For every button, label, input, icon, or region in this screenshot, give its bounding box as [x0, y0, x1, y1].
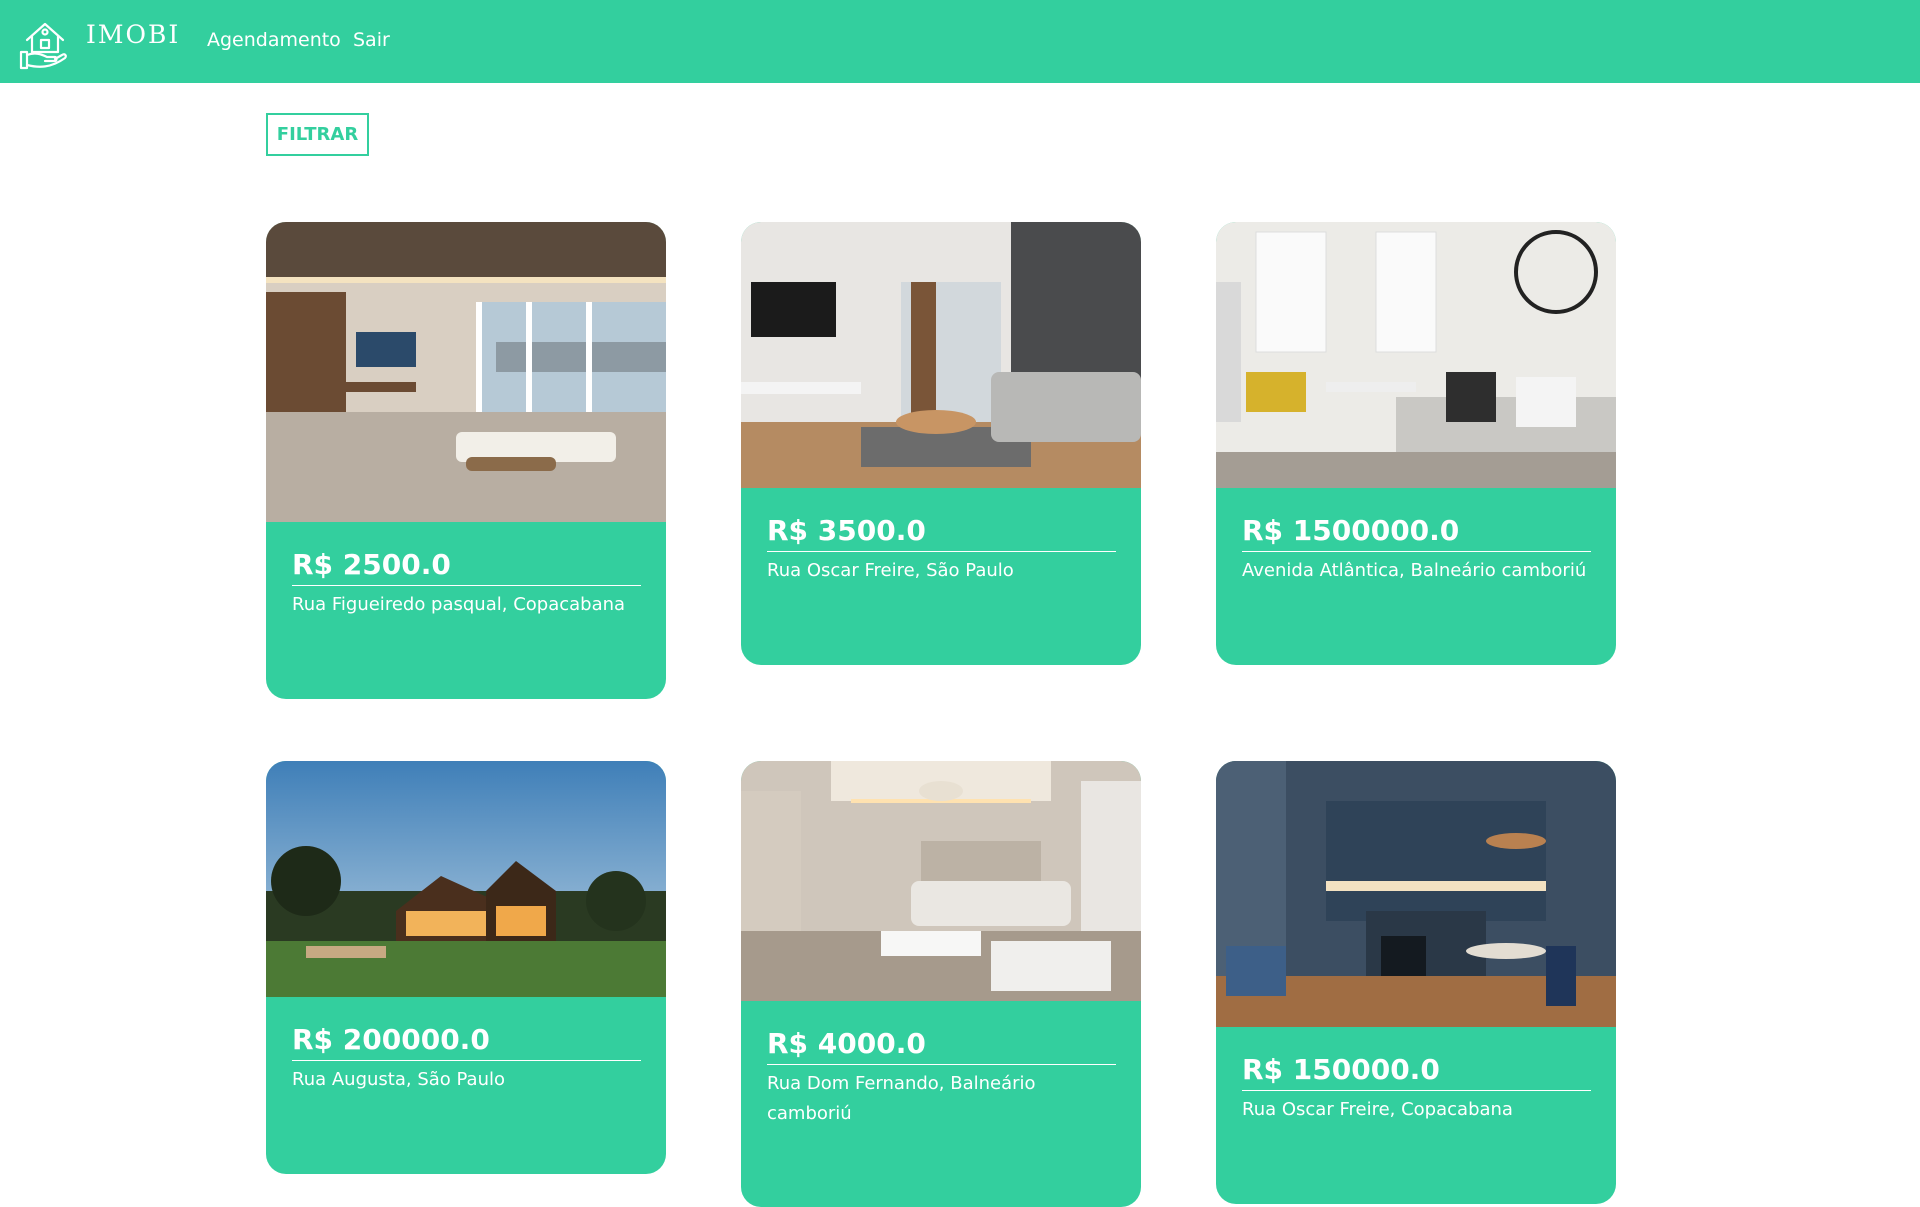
- divider: [292, 585, 641, 586]
- listing-address: Rua Oscar Freire, Copacabana: [1242, 1099, 1513, 1120]
- listing-address: Rua Augusta, São Paulo: [292, 1069, 506, 1090]
- navbar: IMOBI Agendamento Sair: [0, 0, 1920, 83]
- listing-price: R$ 3500.0: [767, 514, 926, 547]
- listing-address: Rua Figueiredo pasqual, Copacabana: [292, 594, 626, 615]
- listing-image: [1216, 222, 1616, 488]
- divider: [767, 551, 1116, 552]
- listing-address: Rua Dom Fernando, Balneário camboriú: [767, 1073, 1036, 1124]
- listing-image: [741, 761, 1141, 1001]
- listing-card[interactable]: R$ 200000.0 Rua Augusta, São Paulo: [266, 761, 666, 1174]
- listing-address: Avenida Atlântica, Balneário camboriú: [1242, 560, 1587, 581]
- listing-price: R$ 150000.0: [1242, 1053, 1440, 1086]
- listing-card[interactable]: R$ 4000.0 Rua Dom Fernando, Balneário ca…: [741, 761, 1141, 1207]
- listing-address: Rua Oscar Freire, São Paulo: [767, 560, 1014, 581]
- divider: [1242, 551, 1591, 552]
- listing-card[interactable]: R$ 3500.0 Rua Oscar Freire, São Paulo: [741, 222, 1141, 665]
- house-hand-logo-icon[interactable]: [17, 14, 73, 70]
- listing-image: [1216, 761, 1616, 1027]
- filter-button[interactable]: FILTRAR: [266, 113, 369, 156]
- listing-image: [266, 222, 666, 522]
- nav-link-agendamento[interactable]: Agendamento: [207, 29, 341, 51]
- listing-card[interactable]: R$ 2500.0 Rua Figueiredo pasqual, Copaca…: [266, 222, 666, 699]
- divider: [292, 1060, 641, 1061]
- listing-image: [741, 222, 1141, 488]
- listing-image: [266, 761, 666, 997]
- listing-price: R$ 2500.0: [292, 548, 451, 581]
- divider: [1242, 1090, 1591, 1091]
- listing-price: R$ 1500000.0: [1242, 514, 1460, 547]
- brand-name[interactable]: IMOBI: [86, 20, 180, 49]
- divider: [767, 1064, 1116, 1065]
- nav-link-sair[interactable]: Sair: [353, 29, 390, 51]
- listing-price: R$ 4000.0: [767, 1027, 926, 1060]
- listing-card[interactable]: R$ 150000.0 Rua Oscar Freire, Copacabana: [1216, 761, 1616, 1204]
- listing-card[interactable]: R$ 1500000.0 Avenida Atlântica, Balneári…: [1216, 222, 1616, 665]
- listing-price: R$ 200000.0: [292, 1023, 490, 1056]
